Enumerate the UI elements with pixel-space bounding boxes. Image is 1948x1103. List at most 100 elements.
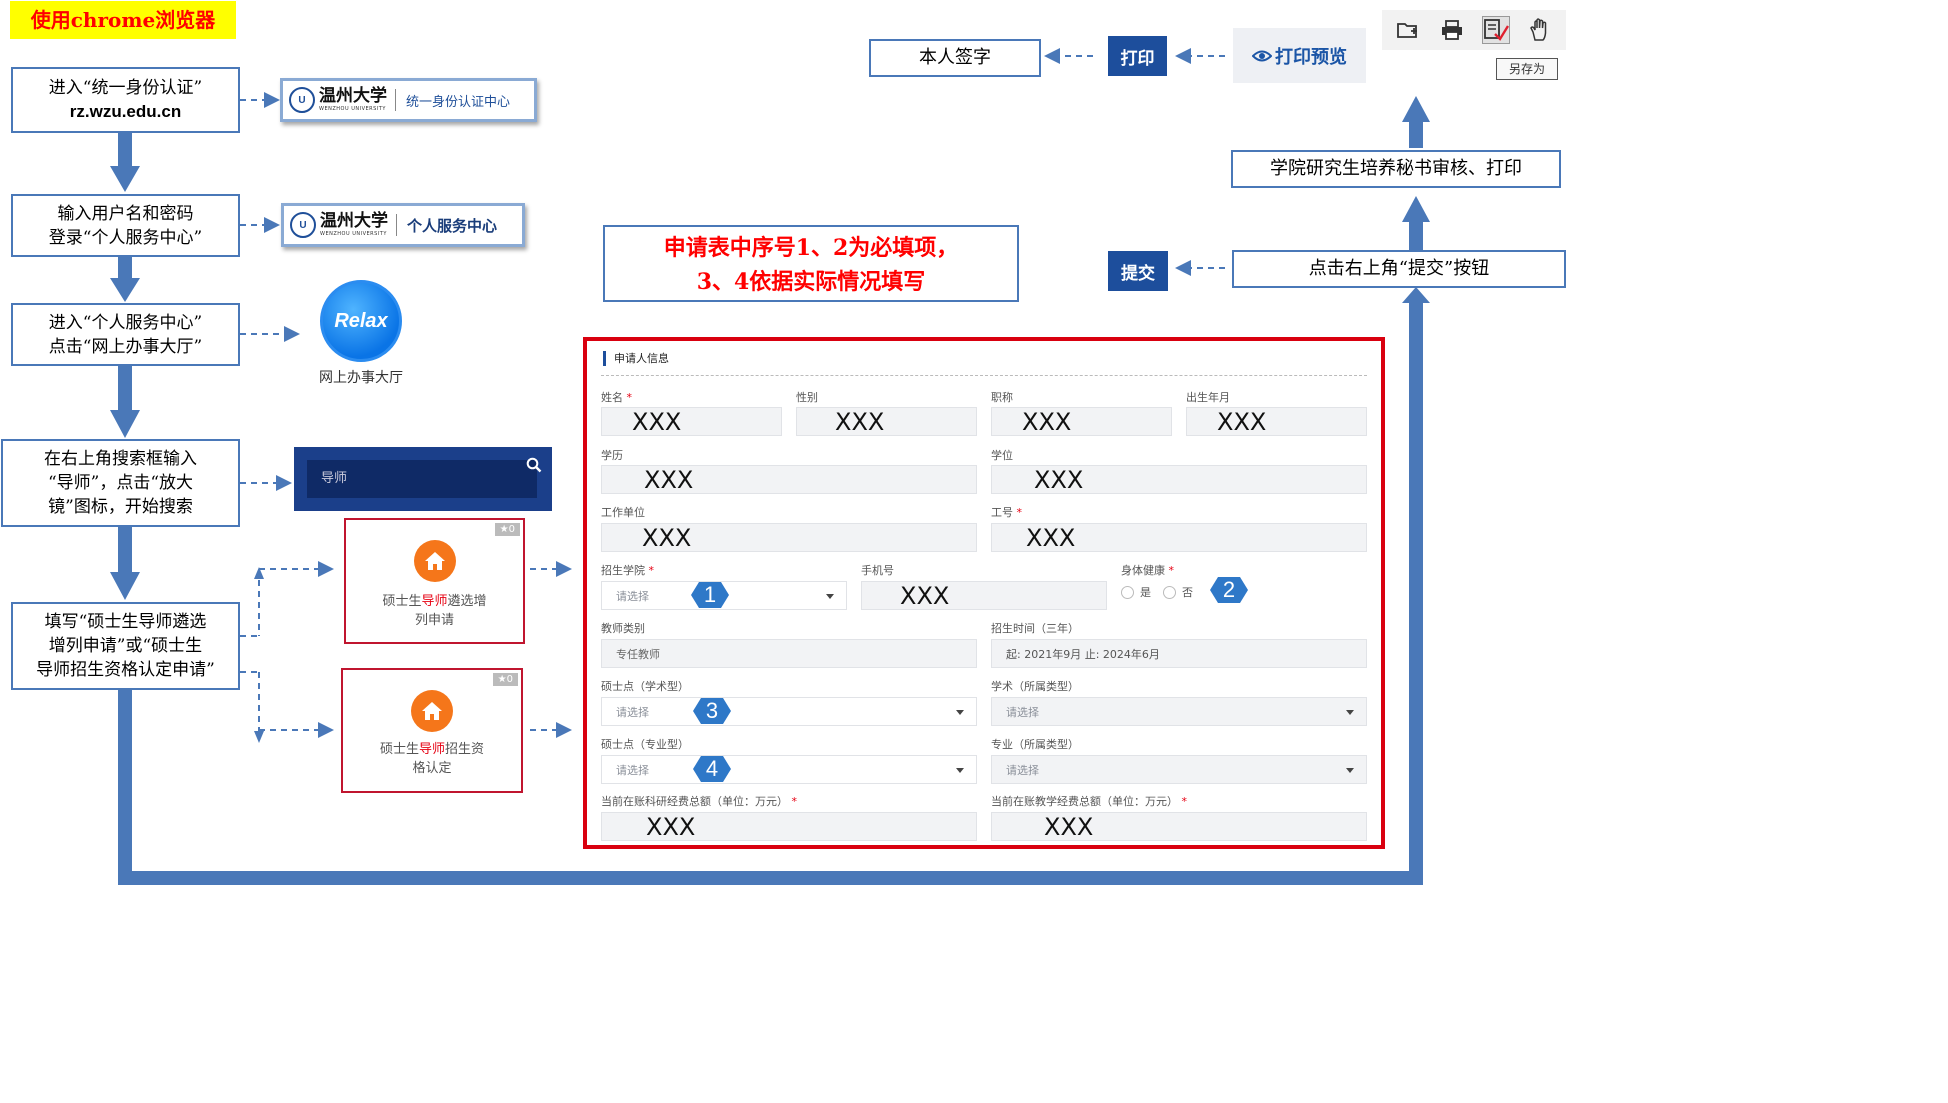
birth-field[interactable]: XXX — [1186, 407, 1367, 436]
phone-label: 手机号 — [861, 564, 894, 577]
badge-number: 2 — [1222, 577, 1236, 602]
personal-service-logo-bar[interactable]: U 温州大学 WENZHOU UNIVERSITY 个人服务中心 — [281, 203, 525, 247]
home-icon — [411, 690, 453, 732]
prof-type-select[interactable]: 请选择 — [991, 755, 1367, 784]
enroll-time-field[interactable]: 起: 2021年9月 止: 2024年6月 — [991, 639, 1367, 668]
health-yes-radio[interactable]: 是 — [1121, 584, 1151, 600]
phone-field[interactable]: XXX — [861, 581, 1107, 610]
eye-icon — [1252, 50, 1272, 61]
field-value: XXX — [642, 524, 692, 552]
academic-type-select[interactable]: 请选择 — [991, 697, 1367, 726]
secretary-label: 学院研究生培养秘书审核、打印 — [1270, 158, 1522, 179]
degree-field[interactable]: XXX — [991, 465, 1367, 494]
radio-icon — [1121, 585, 1134, 599]
step-line: 进入“统一身份认证” — [48, 78, 203, 98]
hand-icon[interactable] — [1526, 16, 1554, 44]
workunit-label: 工作单位 — [601, 506, 645, 519]
master-academic-select[interactable]: 请选择 — [601, 697, 977, 726]
search-input[interactable]: 导师 — [307, 460, 537, 498]
form-toolbar — [1382, 10, 1566, 50]
badge-2: 2 — [1210, 577, 1248, 603]
section-title: 申请人信息 — [603, 351, 669, 366]
chevron-down-icon — [826, 594, 834, 599]
badge-1: 1 — [691, 582, 729, 608]
card-count: ★0 — [494, 523, 520, 536]
birth-label: 出生年月 — [1186, 391, 1230, 404]
health-no-radio[interactable]: 否 — [1163, 584, 1193, 600]
note-line: 3、4依据实际情况填写 — [696, 269, 926, 295]
submit-button[interactable]: 提交 — [1108, 251, 1168, 291]
divider — [395, 89, 396, 111]
name-label: 姓名 * — [601, 391, 632, 404]
gender-label: 性别 — [796, 391, 818, 404]
unified-auth-logo-bar[interactable]: U 温州大学 WENZHOU UNIVERSITY 统一身份认证中心 — [280, 78, 537, 122]
research-fund-field[interactable]: XXX — [601, 812, 977, 841]
step-line: 登录“个人服务中心” — [48, 227, 203, 248]
workunit-field[interactable]: XXX — [601, 523, 977, 552]
note-line: 申请表中序号1、2为必填项， — [663, 235, 959, 261]
card-label-part: 硕士生 — [379, 742, 419, 757]
step-line: 点击“网上办事大厅” — [48, 336, 203, 357]
required-mark: * — [1016, 506, 1023, 519]
teacher-type-label: 教师类别 — [601, 622, 645, 635]
divider — [396, 214, 397, 236]
step-line: 在右上角搜索框输入 — [44, 449, 197, 469]
field-value: XXX — [835, 408, 885, 436]
card-count: ★0 — [492, 673, 518, 686]
staffno-label: 工号 * — [991, 506, 1022, 519]
step-line: 导师招生资格认定申请” — [36, 660, 215, 680]
enroll-time-label: 招生时间（三年） — [991, 622, 1079, 635]
card-enroll-qualification[interactable]: ★0 硕士生导师招生资 格认定 — [341, 668, 523, 793]
health-label: 身体健康 * — [1121, 564, 1174, 577]
wzu-seal-icon: U — [290, 212, 316, 238]
divider — [601, 375, 1367, 376]
sign-box: 本人签字 — [869, 39, 1041, 77]
master-prof-select[interactable]: 请选择 — [601, 755, 977, 784]
field-value: XXX — [1026, 524, 1076, 552]
search-bar: 导师 — [294, 447, 552, 511]
chevron-down-icon — [956, 768, 964, 773]
teaching-fund-field[interactable]: XXX — [991, 812, 1367, 841]
degree-label: 学位 — [991, 449, 1013, 462]
academic-type-label: 学术（所属类型） — [991, 680, 1079, 693]
print-preview-button[interactable]: 打印预览 — [1233, 28, 1366, 83]
step-search: 在右上角搜索框输入 “导师”，点击“放大 镜”图标，开始搜索 — [1, 439, 240, 527]
label-text: 招生学院 — [601, 564, 645, 577]
teacher-type-field[interactable]: 专任教师 — [601, 639, 977, 668]
name-field[interactable]: XXX — [601, 407, 782, 436]
gender-field[interactable]: XXX — [796, 407, 977, 436]
required-mark: * — [1181, 795, 1188, 808]
field-value: XXX — [644, 466, 694, 494]
relax-app-icon[interactable]: Relax — [320, 280, 402, 362]
step-line: 镜”图标，开始搜索 — [48, 497, 193, 517]
card-supervisor-selection[interactable]: ★0 硕士生导师遴选增 列申请 — [344, 518, 525, 644]
radio-label: 否 — [1182, 586, 1193, 599]
card-label-part: 遴选增 — [447, 594, 487, 609]
education-label: 学历 — [601, 449, 623, 462]
staffno-field[interactable]: XXX — [991, 523, 1367, 552]
select-placeholder: 请选择 — [1006, 706, 1039, 719]
label-text: 当前在账教学经费总额（单位：万元） — [991, 795, 1178, 808]
open-folder-icon[interactable] — [1394, 16, 1422, 44]
badge-number: 4 — [705, 756, 719, 781]
required-mark: * — [1168, 564, 1175, 577]
education-field[interactable]: XXX — [601, 465, 977, 494]
radio-icon — [1163, 585, 1176, 599]
label-text: 姓名 — [601, 391, 623, 404]
select-placeholder: 请选择 — [1006, 764, 1039, 777]
print-button[interactable]: 打印 — [1108, 36, 1167, 76]
card-label-highlight: 导师 — [418, 742, 445, 757]
relax-label[interactable]: 网上办事大厅 — [300, 367, 422, 387]
badge-number: 3 — [705, 698, 719, 723]
select-placeholder: 请选择 — [616, 706, 649, 719]
title-field[interactable]: XXX — [991, 407, 1172, 436]
field-value: XXX — [1022, 408, 1072, 436]
required-mark: * — [648, 564, 655, 577]
univ-name-en: WENZHOU UNIVERSITY — [320, 231, 387, 237]
master-academic-label: 硕士点（学术型） — [601, 680, 689, 693]
card-label-part: 招生资 — [445, 742, 485, 757]
search-icon[interactable] — [526, 457, 542, 473]
save-as-icon[interactable] — [1482, 16, 1510, 44]
step-login: 输入用户名和密码 登录“个人服务中心” — [11, 194, 240, 257]
printer-icon[interactable] — [1438, 16, 1466, 44]
